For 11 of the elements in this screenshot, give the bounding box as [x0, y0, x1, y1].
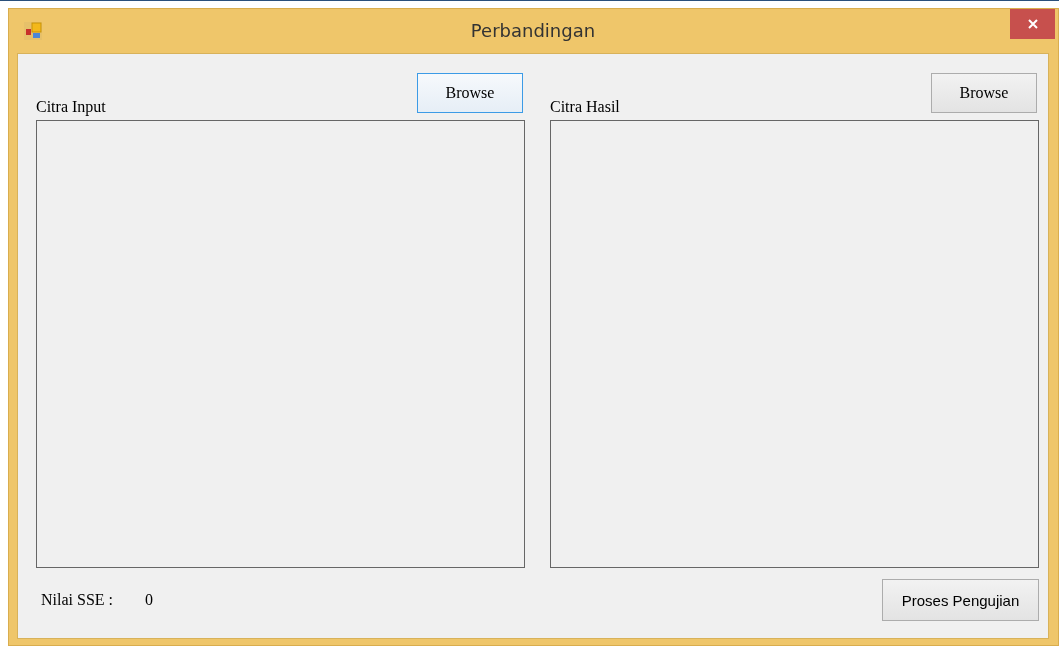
- process-button[interactable]: Proses Pengujian: [882, 579, 1039, 621]
- window-title: Perbandingan: [470, 20, 596, 41]
- panel-label: Citra Hasil: [550, 98, 620, 116]
- close-button[interactable]: [1010, 9, 1055, 39]
- sse-value: 0: [145, 591, 153, 609]
- browse-button[interactable]: Browse: [417, 73, 523, 113]
- sse-label: Nilai SSE :: [41, 591, 113, 609]
- app-icon: [24, 22, 42, 40]
- panel-label: Citra Input: [36, 98, 106, 116]
- browse-button[interactable]: Browse: [931, 73, 1037, 113]
- close-icon: [1026, 18, 1039, 30]
